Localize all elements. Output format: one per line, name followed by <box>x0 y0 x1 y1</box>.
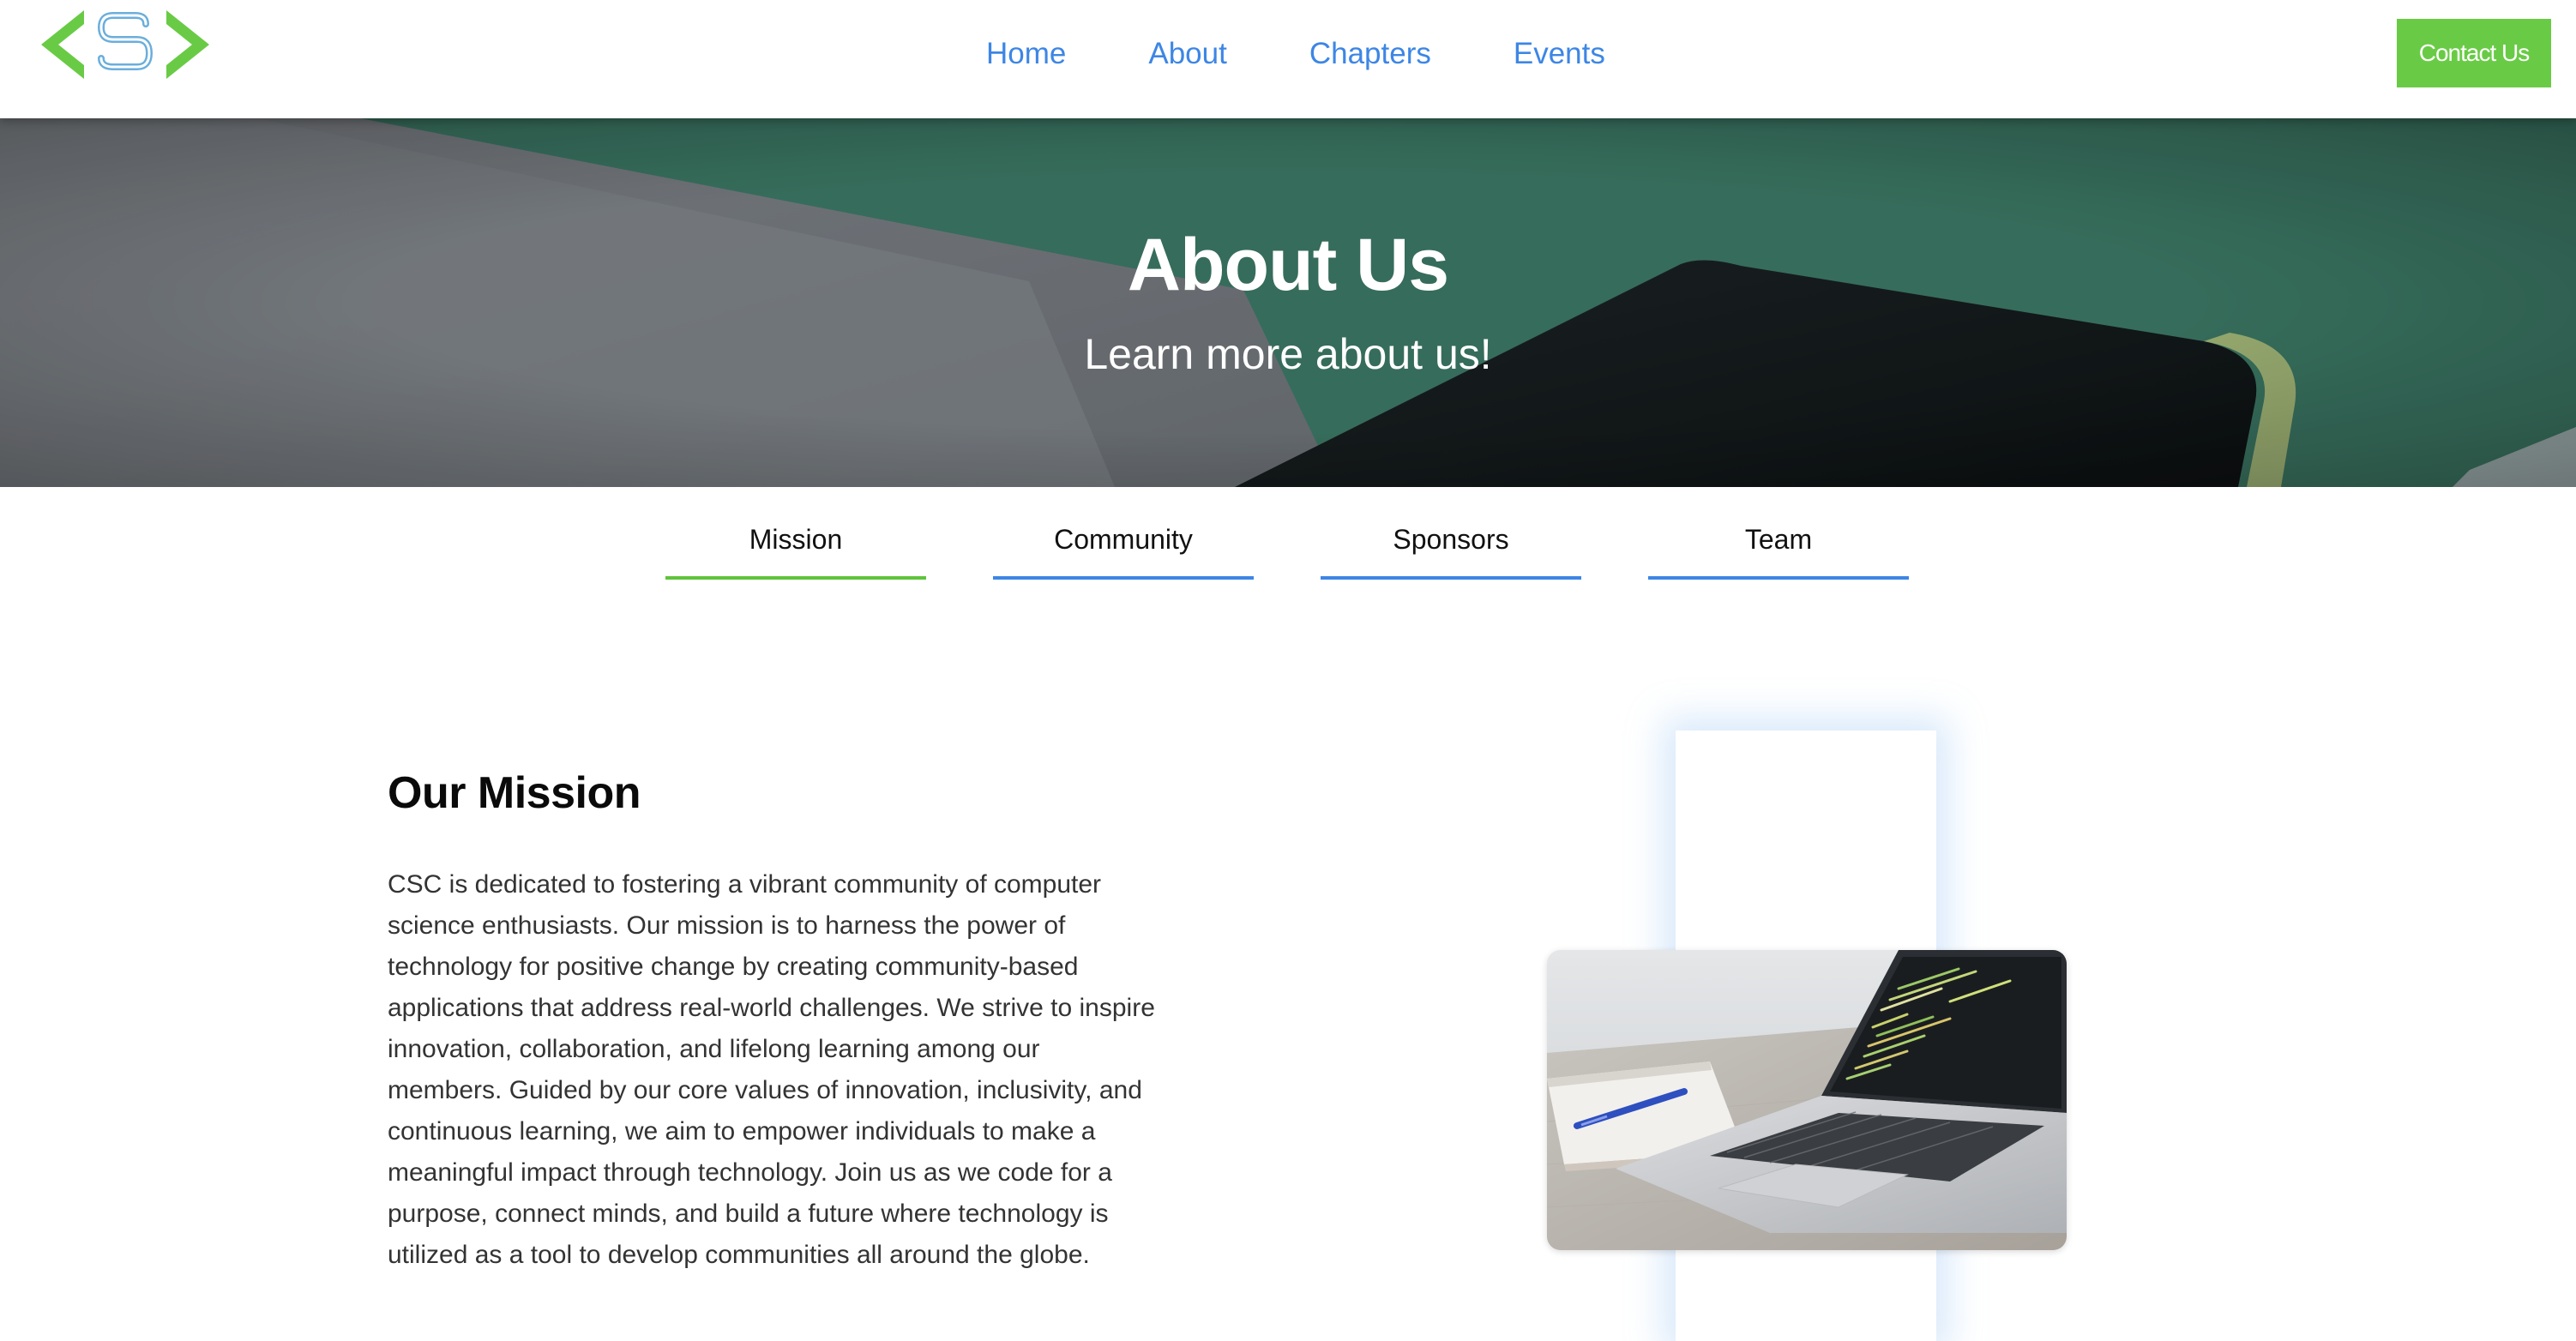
tab-team[interactable]: Team <box>1648 520 1909 580</box>
mission-body: CSC is dedicated to fostering a vibrant … <box>388 870 1155 1269</box>
tab-mission[interactable]: Mission <box>665 520 926 580</box>
nav-link-about[interactable]: About <box>1148 26 1226 82</box>
about-tabs: Mission Community Sponsors Team <box>665 520 1909 580</box>
mission-heading: Our Mission <box>388 768 641 818</box>
code-brackets-logo-icon <box>41 10 209 79</box>
laptop-image-illustration <box>1547 950 2067 1250</box>
nav-link-chapters[interactable]: Chapters <box>1309 26 1431 82</box>
tab-sponsors[interactable]: Sponsors <box>1321 520 1581 580</box>
tab-community[interactable]: Community <box>993 520 1254 580</box>
main-nav: Home About Chapters Events <box>986 26 1605 82</box>
hero-banner: About Us Learn more about us! <box>0 118 2576 487</box>
nav-link-home[interactable]: Home <box>986 26 1066 82</box>
laptop-photo <box>1547 950 2067 1250</box>
page-subtitle: Learn more about us! <box>1084 330 1492 378</box>
contact-us-button[interactable]: Contact Us <box>2397 19 2551 87</box>
page-title: About Us <box>1127 224 1449 306</box>
navbar: Home About Chapters Events Contact Us <box>0 0 2576 118</box>
csc-logo[interactable] <box>39 9 211 81</box>
nav-link-events[interactable]: Events <box>1514 26 1605 82</box>
